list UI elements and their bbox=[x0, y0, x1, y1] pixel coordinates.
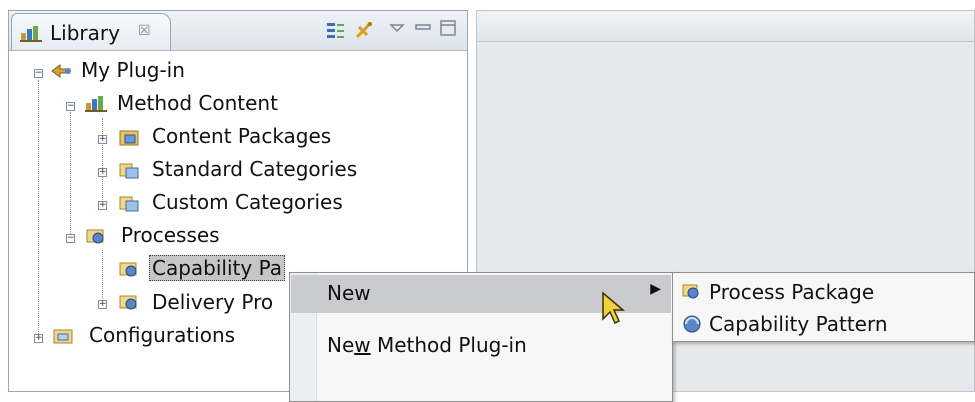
process-icon bbox=[86, 229, 104, 244]
configuration-icon bbox=[53, 329, 73, 344]
plugin-icon bbox=[51, 64, 71, 78]
library-tab-title: Library bbox=[50, 21, 120, 45]
process-icon bbox=[119, 295, 137, 310]
tree-label: Method Content bbox=[117, 91, 278, 115]
close-icon[interactable]: ☒ bbox=[138, 23, 151, 39]
menu-item-label: New bbox=[327, 281, 371, 305]
collapse-icon[interactable]: − bbox=[66, 234, 75, 243]
view-menu-icon[interactable] bbox=[386, 17, 408, 39]
tree-guide bbox=[70, 112, 71, 240]
menu-item-new-method-plugin[interactable]: New Method Plug-in bbox=[291, 327, 671, 365]
expand-icon[interactable]: + bbox=[34, 334, 43, 343]
category-icon bbox=[119, 163, 139, 179]
library-tab[interactable]: Library ☒ bbox=[11, 13, 171, 50]
submenu-arrow-icon: ▶ bbox=[650, 281, 661, 297]
library-icon bbox=[20, 26, 42, 42]
minimize-icon[interactable] bbox=[412, 17, 434, 39]
tree-guide bbox=[102, 118, 103, 208]
package-icon bbox=[119, 130, 139, 146]
menu-item-capability-pattern[interactable]: Capability Pattern bbox=[679, 309, 969, 339]
menu-item-label: New Method Plug-in bbox=[327, 333, 527, 357]
sync-icon[interactable] bbox=[353, 19, 375, 41]
process-icon bbox=[682, 284, 699, 299]
tree-label: Configurations bbox=[89, 323, 236, 347]
tree-label-selected: Capability Pa bbox=[149, 255, 285, 281]
tree-label: Processes bbox=[121, 223, 220, 247]
tree-label: Delivery Pro bbox=[152, 290, 274, 314]
library-tabbar: Library ☒ bbox=[9, 11, 467, 51]
collapse-icon[interactable]: − bbox=[66, 102, 75, 111]
maximize-icon[interactable] bbox=[437, 17, 459, 39]
editor-header bbox=[477, 11, 974, 42]
method-content-icon bbox=[85, 96, 107, 112]
expand-icon[interactable]: + bbox=[98, 168, 107, 177]
tree-label: My Plug-in bbox=[81, 58, 185, 82]
tree-guide bbox=[38, 80, 39, 342]
new-submenu: Process Package Capability Pattern bbox=[672, 272, 975, 342]
mouse-cursor-icon bbox=[602, 291, 626, 325]
capability-pattern-icon bbox=[683, 315, 701, 333]
tree-label: Standard Categories bbox=[152, 157, 358, 181]
menu-item-label: Process Package bbox=[709, 280, 875, 304]
process-icon bbox=[119, 262, 137, 277]
tree-label: Content Packages bbox=[152, 124, 332, 148]
tree-label: Custom Categories bbox=[152, 190, 343, 214]
menu-item-label: Capability Pattern bbox=[709, 312, 888, 336]
expand-icon[interactable]: + bbox=[98, 201, 107, 210]
expand-icon[interactable]: + bbox=[98, 300, 107, 309]
tree-guide bbox=[102, 250, 103, 305]
category-icon bbox=[119, 196, 139, 212]
link-editor-icon[interactable] bbox=[325, 19, 347, 41]
expand-icon[interactable]: + bbox=[98, 135, 107, 144]
menu-item-process-package[interactable]: Process Package bbox=[679, 277, 969, 307]
collapse-icon[interactable]: − bbox=[34, 69, 43, 78]
